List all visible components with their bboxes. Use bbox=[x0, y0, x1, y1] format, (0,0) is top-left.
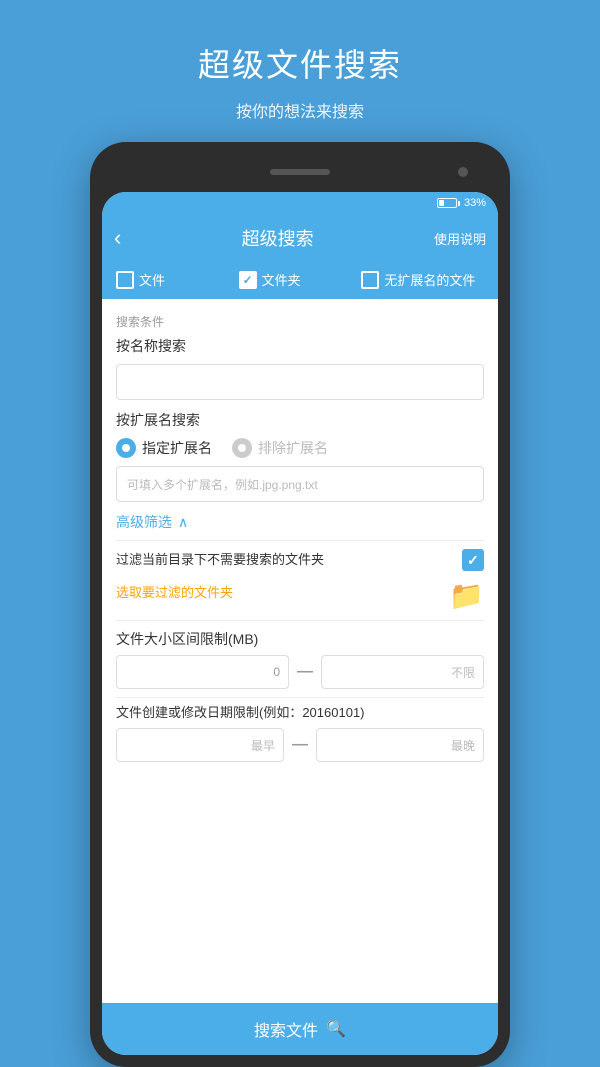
search-button-label: 搜索文件 bbox=[254, 1017, 318, 1041]
ext-input[interactable]: 可填入多个扩展名，例如.jpg.png.txt bbox=[116, 466, 484, 502]
search-button[interactable]: 搜索文件 🔍 bbox=[102, 1003, 498, 1055]
radio-exclude[interactable] bbox=[232, 438, 252, 458]
battery-percent: 33% bbox=[464, 197, 486, 209]
ext-input-placeholder: 可填入多个扩展名，例如.jpg.png.txt bbox=[127, 476, 318, 493]
radio-exclude-label: 排除扩展名 bbox=[258, 438, 328, 458]
filter-label-folder: 文件夹 bbox=[262, 270, 301, 289]
size-range-dash: — bbox=[297, 663, 313, 681]
radio-include-label: 指定扩展名 bbox=[142, 438, 212, 458]
filter-folder-text: 过滤当前目录下不需要搜索的文件夹 bbox=[116, 551, 462, 569]
filter-label-file: 文件 bbox=[139, 270, 165, 289]
ext-search-label: 按扩展名搜索 bbox=[116, 410, 484, 430]
name-search-input[interactable] bbox=[116, 364, 484, 400]
date-to-placeholder: 最晚 bbox=[451, 737, 475, 754]
radio-item-exclude[interactable]: 排除扩展名 bbox=[232, 438, 328, 458]
phone-speaker bbox=[270, 169, 330, 175]
filter-folder-checkbox[interactable] bbox=[462, 549, 484, 571]
ext-radio-row: 指定扩展名 排除扩展名 bbox=[116, 438, 484, 458]
battery-tip bbox=[458, 201, 460, 206]
chevron-up-icon: ∧ bbox=[178, 514, 188, 531]
date-range-dash: — bbox=[292, 736, 308, 754]
radio-include[interactable] bbox=[116, 438, 136, 458]
checkbox-folder[interactable] bbox=[239, 271, 257, 289]
phone-notch bbox=[102, 160, 498, 184]
help-button[interactable]: 使用说明 bbox=[434, 229, 486, 248]
battery-indicator: 33% bbox=[437, 197, 486, 209]
filter-item-file: 文件 bbox=[116, 270, 239, 289]
filter-type-row: 文件 文件夹 无扩展名的文件 bbox=[102, 262, 498, 299]
size-range-row: — 不限 bbox=[116, 655, 484, 689]
page-title: 超级文件搜索 bbox=[198, 40, 402, 86]
filter-folder-row: 过滤当前目录下不需要搜索的文件夹 bbox=[116, 549, 484, 571]
folder-icon[interactable]: 📁 bbox=[449, 579, 484, 612]
size-from-input[interactable] bbox=[116, 655, 289, 689]
back-button[interactable]: ‹ bbox=[114, 227, 121, 249]
divider-3 bbox=[116, 697, 484, 698]
filter-item-folder: 文件夹 bbox=[239, 270, 362, 289]
date-from-placeholder: 最早 bbox=[251, 737, 275, 754]
battery-fill bbox=[439, 200, 444, 206]
divider-1 bbox=[116, 540, 484, 541]
filter-item-noext: 无扩展名的文件 bbox=[361, 270, 484, 289]
search-icon: 🔍 bbox=[326, 1019, 346, 1039]
radio-item-include[interactable]: 指定扩展名 bbox=[116, 438, 212, 458]
advanced-toggle[interactable]: 高级筛选 ∧ bbox=[116, 512, 484, 532]
filter-label-noext: 无扩展名的文件 bbox=[384, 270, 475, 289]
select-folder-button[interactable]: 选取要过滤的文件夹 bbox=[116, 582, 233, 601]
page-subtitle: 按你的想法来搜索 bbox=[198, 98, 402, 122]
date-to-input[interactable]: 最晚 bbox=[316, 728, 484, 762]
name-search-label: 按名称搜索 bbox=[116, 336, 484, 356]
size-to-input[interactable]: 不限 bbox=[321, 655, 484, 689]
checkbox-file[interactable] bbox=[116, 271, 134, 289]
status-bar: 33% bbox=[102, 192, 498, 214]
date-from-input[interactable]: 最早 bbox=[116, 728, 284, 762]
size-label: 文件大小区间限制(MB) bbox=[116, 629, 484, 649]
date-label: 文件创建或修改日期限制(例如：20160101) bbox=[116, 704, 484, 722]
section-label-conditions: 搜索条件 bbox=[116, 313, 484, 330]
phone-camera bbox=[458, 167, 468, 177]
date-range-row: 最早 — 最晚 bbox=[116, 728, 484, 762]
checkbox-noext[interactable] bbox=[361, 271, 379, 289]
app-bar: ‹ 超级搜索 使用说明 bbox=[102, 214, 498, 262]
phone-screen: 33% ‹ 超级搜索 使用说明 文件 文件夹 bbox=[102, 192, 498, 1055]
battery-icon bbox=[437, 198, 460, 208]
advanced-toggle-label: 高级筛选 bbox=[116, 512, 172, 532]
app-bar-title: 超级搜索 bbox=[121, 225, 434, 251]
phone-frame: 33% ‹ 超级搜索 使用说明 文件 文件夹 bbox=[90, 142, 510, 1067]
battery-body bbox=[437, 198, 457, 208]
divider-2 bbox=[116, 620, 484, 621]
content-area: 搜索条件 按名称搜索 按扩展名搜索 指定扩展名 排除扩展名 可填入多个扩展名，例 bbox=[102, 299, 498, 1003]
size-to-placeholder: 不限 bbox=[451, 664, 475, 681]
page-header: 超级文件搜索 按你的想法来搜索 bbox=[198, 0, 402, 142]
